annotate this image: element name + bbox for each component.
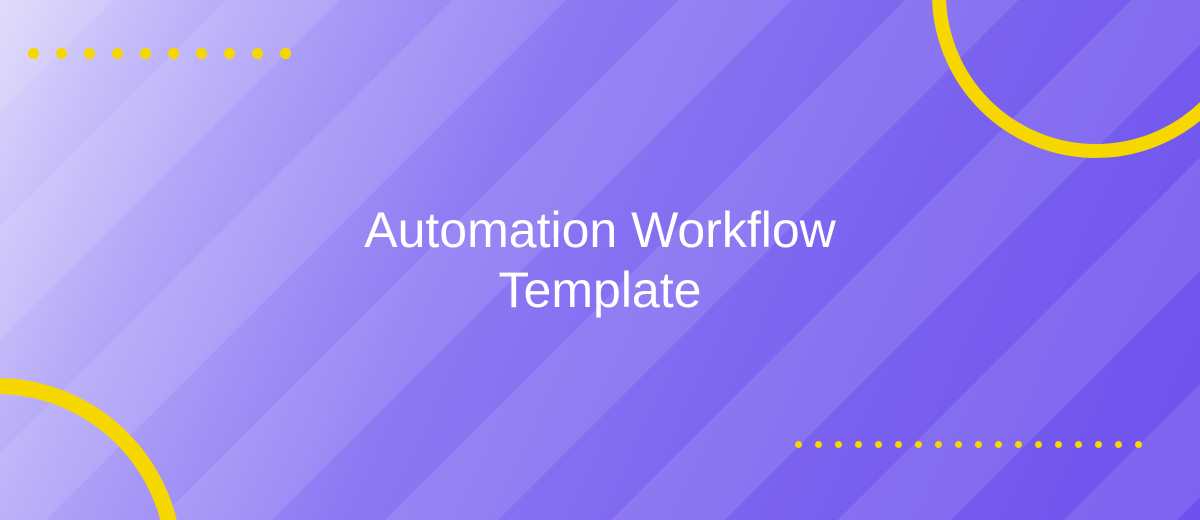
dot-icon [196, 48, 207, 59]
dot-icon [955, 441, 962, 448]
dot-icon [1115, 441, 1122, 448]
dot-icon [855, 441, 862, 448]
dot-icon [1135, 441, 1142, 448]
dot-icon [1015, 441, 1022, 448]
dot-icon [1075, 441, 1082, 448]
decorative-dots-bottom [795, 441, 1142, 448]
dot-icon [915, 441, 922, 448]
dot-icon [935, 441, 942, 448]
banner-title: Automation Workflow Template [364, 200, 835, 320]
dot-icon [875, 441, 882, 448]
dot-icon [795, 441, 802, 448]
banner: Automation Workflow Template [0, 0, 1200, 520]
dot-icon [84, 48, 95, 59]
decorative-ring-top-right [932, 0, 1200, 158]
dot-icon [1095, 441, 1102, 448]
dot-icon [895, 441, 902, 448]
dot-icon [835, 441, 842, 448]
dot-icon [112, 48, 123, 59]
decorative-dots-top [28, 48, 291, 59]
dot-icon [56, 48, 67, 59]
dot-icon [1035, 441, 1042, 448]
dot-icon [224, 48, 235, 59]
dot-icon [28, 48, 39, 59]
dot-icon [975, 441, 982, 448]
dot-icon [168, 48, 179, 59]
dot-icon [995, 441, 1002, 448]
decorative-ring-bottom-left [0, 378, 182, 520]
dot-icon [280, 48, 291, 59]
dot-icon [815, 441, 822, 448]
dot-icon [1055, 441, 1062, 448]
dot-icon [252, 48, 263, 59]
dot-icon [140, 48, 151, 59]
